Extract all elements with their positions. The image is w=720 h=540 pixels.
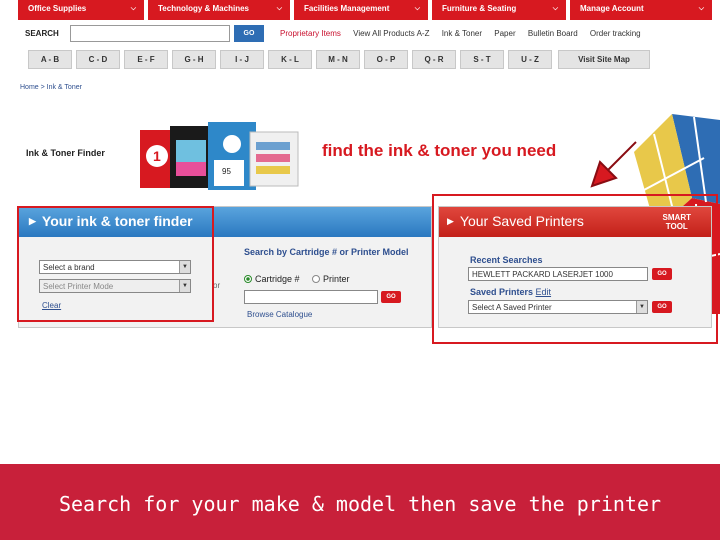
browse-catalogue-link[interactable]: Browse Catalogue (247, 310, 312, 319)
visit-site-map-button[interactable]: Visit Site Map (558, 50, 650, 69)
svg-text:1: 1 (153, 148, 161, 164)
chevron-down-icon: ⌵ (552, 5, 558, 12)
ink-toner-finder-title: Ink & Toner Finder (26, 148, 105, 158)
nav-tab-label: Office Supplies (28, 4, 87, 13)
caption-bar: Search for your make & model then save t… (0, 464, 720, 540)
or-label: or (213, 281, 221, 290)
screenshot-slide: Office Supplies ⌵ Technology & Machines ⌵ … (0, 0, 720, 540)
svg-text:95: 95 (222, 167, 231, 176)
nav-tab-manage-account[interactable]: Manage Account ⌵ (570, 0, 712, 20)
radio-printer[interactable] (312, 275, 321, 283)
search-label: SEARCH (25, 29, 59, 38)
link-bulletin-board[interactable]: Bulletin Board (528, 29, 578, 38)
alpha-button[interactable]: U - Z (508, 50, 552, 69)
alpha-button[interactable]: K - L (268, 50, 312, 69)
nav-tab-technology[interactable]: Technology & Machines ⌵ (148, 0, 290, 20)
nav-tab-label: Facilities Management (304, 4, 390, 13)
nav-tab-label: Furniture & Seating (442, 4, 517, 13)
chevron-down-icon: ⌵ (130, 5, 136, 12)
highlight-box-finder (17, 206, 214, 322)
breadcrumb[interactable]: Home > Ink & Toner (20, 84, 82, 91)
top-nav: Office Supplies ⌵ Technology & Machines ⌵ … (18, 0, 712, 20)
nav-tab-label: Manage Account (580, 4, 644, 13)
alpha-button[interactable]: I - J (220, 50, 264, 69)
alpha-button[interactable]: C - D (76, 50, 120, 69)
nav-tab-label: Technology & Machines (158, 4, 249, 13)
alphabet-nav: A - B C - D E - F G - H I - J K - L M - … (28, 50, 650, 69)
ink-cartridges-image: 1 95 (140, 122, 299, 190)
cartridge-search-input[interactable] (244, 290, 378, 304)
nav-tab-facilities[interactable]: Facilities Management ⌵ (294, 0, 428, 20)
search-row: SEARCH GO Proprietary Items View All Pro… (18, 22, 712, 46)
highlight-box-saved (432, 194, 718, 344)
cartridge-go-button[interactable]: GO (381, 291, 401, 303)
top-links: Proprietary Items View All Products A-Z … (280, 29, 651, 38)
promo-headline: find the ink & toner you need (322, 141, 557, 160)
link-ink-toner[interactable]: Ink & Toner (442, 29, 482, 38)
alpha-button[interactable]: G - H (172, 50, 216, 69)
radio-cartridge[interactable] (244, 275, 252, 283)
chevron-down-icon: ⌵ (698, 5, 704, 12)
search-go-button[interactable]: GO (234, 25, 264, 42)
caption-text: Search for your make & model then save t… (58, 492, 662, 516)
search-type-radios: Cartridge # Printer (244, 274, 350, 284)
radio-printer-label: Printer (323, 274, 350, 284)
alpha-button[interactable]: O - P (364, 50, 408, 69)
search-input[interactable] (70, 25, 230, 42)
cartridge-search-heading: Search by Cartridge # or Printer Model (244, 247, 409, 257)
link-proprietary-items[interactable]: Proprietary Items (280, 29, 341, 38)
chevron-down-icon: ⌵ (276, 5, 282, 12)
nav-tab-furniture[interactable]: Furniture & Seating ⌵ (432, 0, 566, 20)
nav-tab-office-supplies[interactable]: Office Supplies ⌵ (18, 0, 144, 20)
alpha-button[interactable]: Q - R (412, 50, 456, 69)
radio-cartridge-label: Cartridge # (255, 274, 300, 284)
alpha-button[interactable]: E - F (124, 50, 168, 69)
alpha-button[interactable]: M - N (316, 50, 360, 69)
chevron-down-icon: ⌵ (414, 5, 420, 12)
alpha-button[interactable]: A - B (28, 50, 72, 69)
alpha-button[interactable]: S - T (460, 50, 504, 69)
link-order-tracking[interactable]: Order tracking (590, 29, 641, 38)
link-view-all-products[interactable]: View All Products A-Z (353, 29, 429, 38)
link-paper[interactable]: Paper (494, 29, 515, 38)
